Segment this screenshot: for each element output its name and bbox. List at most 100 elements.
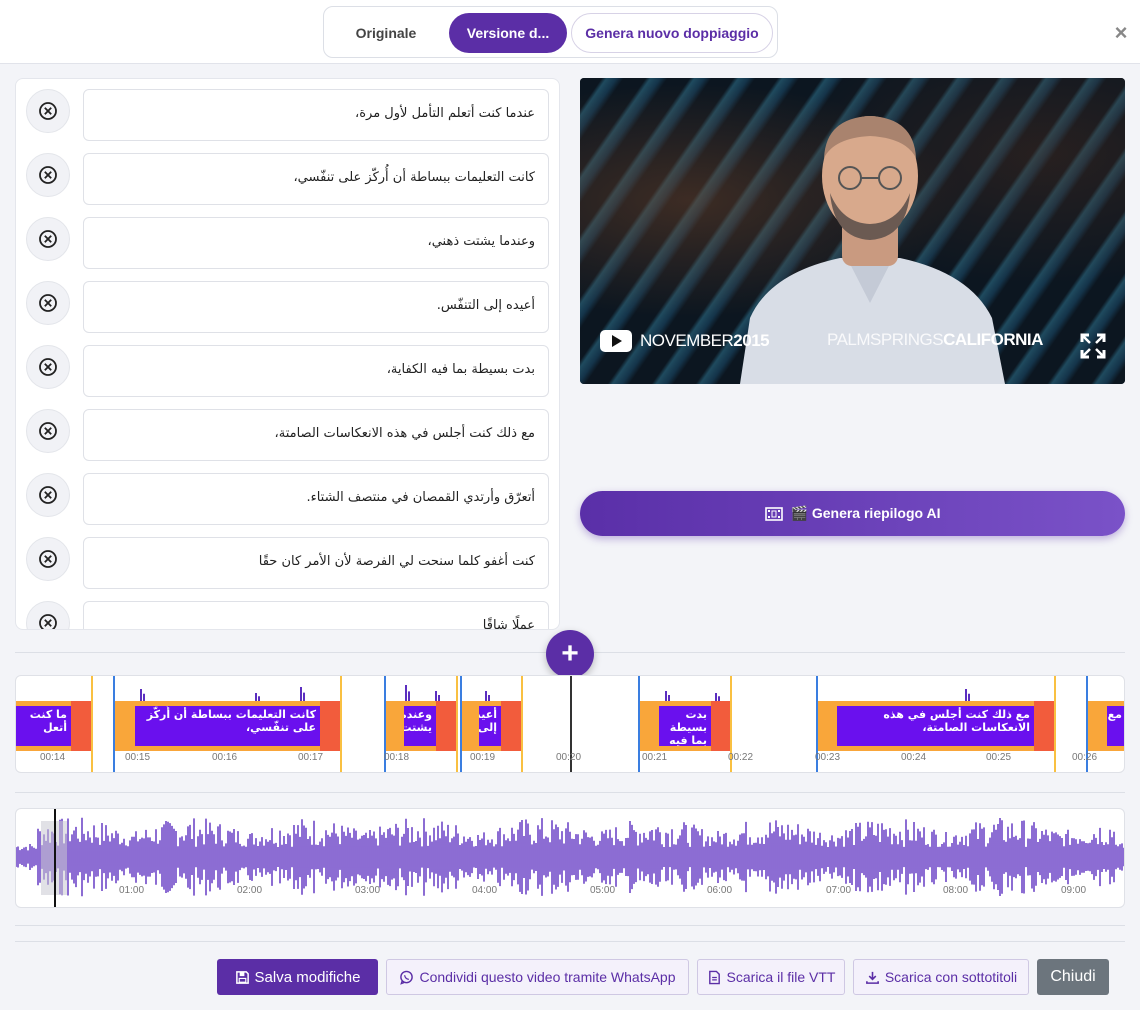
subtitle-row: عملًا شاقًا: [16, 601, 559, 629]
download-with-subtitles-button[interactable]: Scarica con sottotitoli: [853, 959, 1029, 995]
subtitle-text-field[interactable]: بدت بسيطة بما فيه الكفاية،: [83, 345, 549, 397]
subtitle-text-field[interactable]: وعندما يشتت ذهني،: [83, 217, 549, 269]
ai-button-label: 🎬 Genera riepilogo AI: [790, 505, 941, 521]
circle-x-icon: [39, 166, 57, 184]
circle-x-icon: [39, 102, 57, 120]
subtitle-text-field[interactable]: كانت التعليمات ببساطة أن أُركّز على تنفّ…: [83, 153, 549, 205]
subtitle-text-field[interactable]: أتعرّق وأرتدي القمصان في منتصف الشتاء.: [83, 473, 549, 525]
file-icon: [708, 970, 720, 984]
divider: [15, 792, 1125, 793]
subtitle-region[interactable]: مع ذلك كنت أجلس في هذه الانعكاسات الصامت…: [817, 701, 1054, 751]
timeline-tick: 00:17: [298, 752, 324, 763]
timeline-tick: 00:14: [40, 752, 66, 763]
region-boundary: [113, 676, 115, 772]
timeline-tick: 00:19: [470, 752, 496, 763]
delete-subtitle-button[interactable]: [26, 89, 70, 133]
region-end-handle[interactable]: [436, 701, 456, 751]
subtitle-row: أعيده إلى التنفّس.: [16, 281, 559, 333]
delete-subtitle-button[interactable]: [26, 601, 70, 629]
divider: [15, 925, 1125, 926]
subtitle-row: عندما كنت أتعلم التأمل لأول مرة،: [16, 89, 559, 141]
video-player[interactable]: NOVEMBER 2015 PALMSPRINGSCALIFORNIA: [580, 78, 1125, 384]
audio-overview-waveform[interactable]: 01:00 02:00 03:00 04:00 05:00 06:00 07:0…: [15, 808, 1125, 908]
region-label: كانت التعليمات ببساطة أن أُركّز على تنفّ…: [135, 706, 320, 746]
region-label: مع: [1107, 706, 1124, 746]
subtitle-region[interactable]: أعيده إلى: [461, 701, 521, 751]
add-subtitle-button[interactable]: +: [546, 630, 594, 678]
subtitle-text-field[interactable]: عندما كنت أتعلم التأمل لأول مرة،: [83, 89, 549, 141]
region-label: بدت بسيطة بما فيه الكفاية،: [659, 706, 711, 746]
caption-state: CALIFORNIA: [943, 330, 1043, 349]
circle-x-icon: [39, 230, 57, 248]
timeline-tick: 00:22: [728, 752, 754, 763]
region-end-handle[interactable]: [71, 701, 91, 751]
region-boundary: [460, 676, 462, 772]
subtitle-row: وعندما يشتت ذهني،: [16, 217, 559, 269]
top-bar: Originale Versione d... Genera nuovo dop…: [0, 0, 1140, 64]
region-boundary: [456, 676, 458, 772]
download-icon: [865, 971, 879, 984]
floppy-disk-icon: [235, 970, 249, 984]
region-end-handle[interactable]: [320, 701, 340, 751]
subtitle-region[interactable]: كانت التعليمات ببساطة أن أُركّز على تنفّ…: [115, 701, 340, 751]
timeline-tick: 00:23: [815, 752, 841, 763]
delete-subtitle-button[interactable]: [26, 409, 70, 453]
timeline-tick: 00:25: [986, 752, 1012, 763]
overview-cursor[interactable]: [54, 809, 56, 907]
timeline-tick: 00:26: [1072, 752, 1098, 763]
tab-generate-new-dub[interactable]: Genera nuovo doppiaggio: [571, 13, 773, 53]
overview-tick: 03:00: [355, 885, 381, 896]
subtitle-region[interactable]: بدت بسيطة بما فيه الكفاية،: [639, 701, 731, 751]
generate-ai-summary-button[interactable]: 🎬 Genera riepilogo AI: [580, 491, 1125, 536]
timeline-tick: 00:18: [384, 752, 410, 763]
overview-tick: 09:00: [1061, 885, 1087, 896]
subtitle-row: كنت أغفو كلما سنحت لي الفرصة لأن الأمر ك…: [16, 537, 559, 589]
timeline-tick: 00:16: [212, 752, 238, 763]
overview-tick: 08:00: [943, 885, 969, 896]
region-end-handle[interactable]: [501, 701, 521, 751]
subtitle-timeline[interactable]: ما كنت أتعل كانت التعليمات ببساطة أن أُر…: [15, 675, 1125, 773]
subtitle-row: كانت التعليمات ببساطة أن أُركّز على تنفّ…: [16, 153, 559, 205]
whatsapp-icon: [400, 970, 414, 985]
subtitle-text-field[interactable]: كنت أغفو كلما سنحت لي الفرصة لأن الأمر ك…: [83, 537, 549, 589]
tab-original[interactable]: Originale: [332, 13, 440, 53]
delete-subtitle-button[interactable]: [26, 537, 70, 581]
subtitle-list[interactable]: عندما كنت أتعلم التأمل لأول مرة، كانت ال…: [15, 78, 560, 630]
overview-tick: 01:00: [119, 885, 145, 896]
overview-tick: 04:00: [472, 885, 498, 896]
subtitle-region[interactable]: وعندما يشتت: [386, 701, 456, 751]
subtitle-text-field[interactable]: أعيده إلى التنفّس.: [83, 281, 549, 333]
region-end-handle[interactable]: [711, 701, 731, 751]
vtt-label: Scarica il file VTT: [726, 969, 836, 985]
region-end-handle[interactable]: [1034, 701, 1054, 751]
delete-subtitle-button[interactable]: [26, 153, 70, 197]
region-boundary: [340, 676, 342, 772]
close-button[interactable]: Chiudi: [1037, 959, 1109, 995]
delete-subtitle-button[interactable]: [26, 345, 70, 389]
tab-dubbed-version[interactable]: Versione d...: [449, 13, 567, 53]
region-boundary: [521, 676, 523, 772]
overview-tick: 07:00: [826, 885, 852, 896]
close-icon[interactable]: ×: [1110, 20, 1132, 46]
caption-month: NOVEMBER: [640, 331, 734, 350]
circle-x-icon: [39, 486, 57, 504]
delete-subtitle-button[interactable]: [26, 473, 70, 517]
subtitle-region[interactable]: ما كنت أتعل: [16, 701, 91, 751]
subtitle-text-field[interactable]: عملًا شاقًا: [83, 601, 549, 629]
fullscreen-icon[interactable]: [1080, 333, 1106, 359]
subtitle-text-field[interactable]: مع ذلك كنت أجلس في هذه الانعكاسات الصامت…: [83, 409, 549, 461]
delete-subtitle-button[interactable]: [26, 217, 70, 261]
share-whatsapp-button[interactable]: Condividi questo video tramite WhatsApp: [386, 959, 689, 995]
timeline-tick: 00:24: [901, 752, 927, 763]
subtitle-region[interactable]: مع: [1087, 701, 1124, 751]
youtube-icon: [600, 330, 632, 352]
subtitle-row: بدت بسيطة بما فيه الكفاية،: [16, 345, 559, 397]
film-icon: [764, 506, 783, 521]
circle-x-icon: [39, 422, 57, 440]
download-vtt-button[interactable]: Scarica il file VTT: [697, 959, 845, 995]
delete-subtitle-button[interactable]: [26, 281, 70, 325]
divider: [15, 941, 1125, 942]
save-changes-button[interactable]: Salva modifiche: [217, 959, 378, 995]
region-label: مع ذلك كنت أجلس في هذه الانعكاسات الصامت…: [837, 706, 1034, 746]
circle-x-icon: [39, 614, 57, 629]
